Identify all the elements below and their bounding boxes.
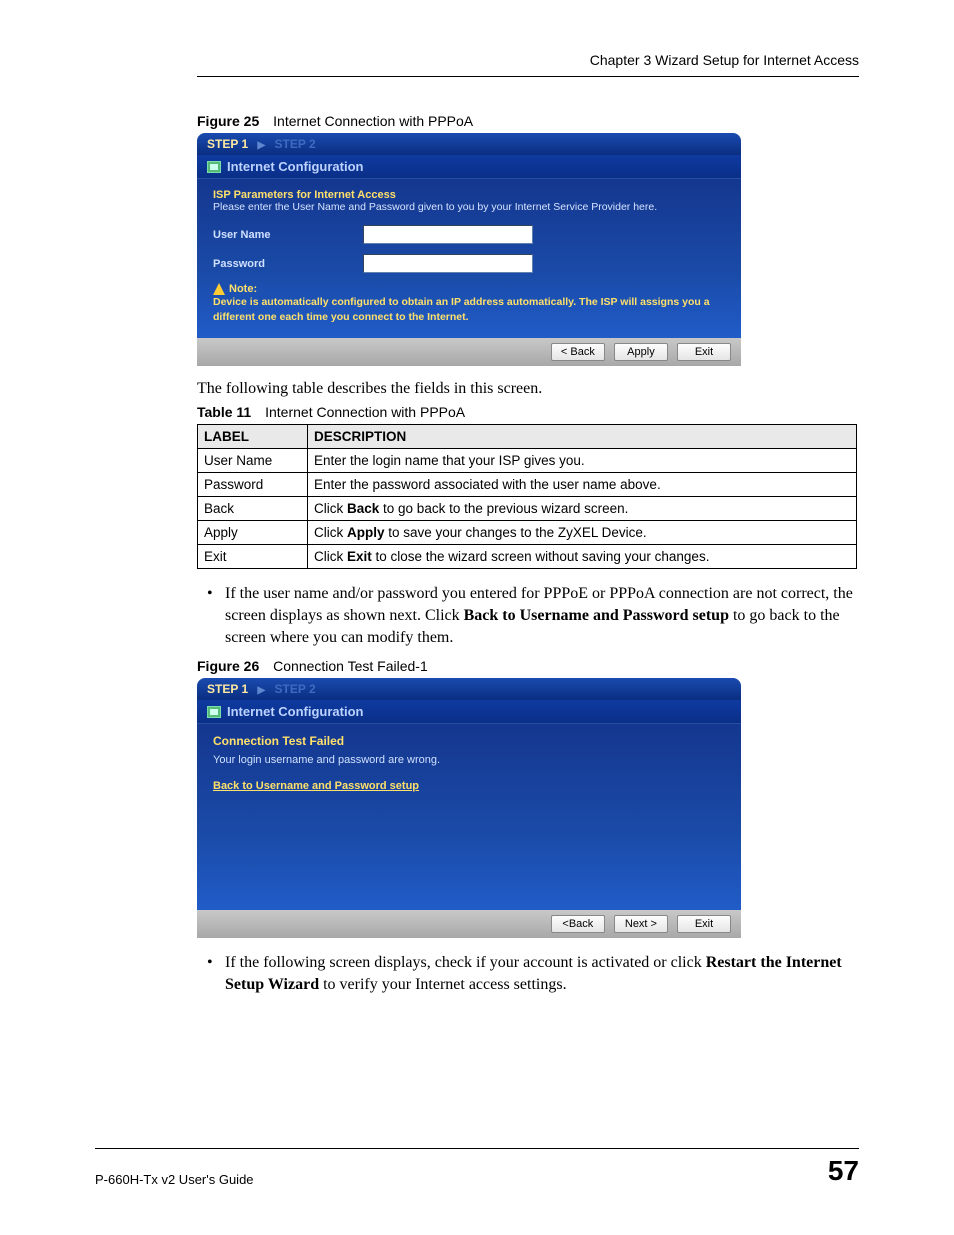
wizard-step-bar: STEP 1 ▶ STEP 2 [197, 678, 741, 700]
step-1: STEP 1 [207, 682, 248, 696]
chapter-header: Chapter 3 Wizard Setup for Internet Acce… [197, 52, 859, 77]
figure-25-title: Internet Connection with PPPoA [273, 113, 473, 129]
username-label: User Name [213, 229, 363, 241]
note-heading: Note: [213, 283, 725, 295]
bullet-1: • If the user name and/or password you e… [207, 583, 859, 648]
step-2: STEP 2 [275, 137, 316, 151]
cell-label: Back [198, 497, 308, 521]
isp-params-instruction: Please enter the User Name and Password … [213, 201, 725, 213]
th-description: DESCRIPTION [308, 425, 857, 449]
wizard-body: ISP Parameters for Internet Access Pleas… [197, 179, 741, 338]
username-input[interactable] [363, 225, 533, 244]
figure-26-num: Figure 26 [197, 658, 259, 674]
cell-label: Apply [198, 521, 308, 545]
wizard-footer: < Back Apply Exit [197, 338, 741, 366]
exit-button[interactable]: Exit [677, 915, 731, 933]
cell-desc: Enter the login name that your ISP gives… [308, 449, 857, 473]
wizard-fig26: STEP 1 ▶ STEP 2 Internet Configuration C… [197, 678, 741, 938]
wizard-title-bar: Internet Configuration [197, 700, 741, 724]
apply-button[interactable]: Apply [614, 343, 668, 361]
table-11-num: Table 11 [197, 404, 251, 420]
page-footer: P-660H-Tx v2 User's Guide 57 [95, 1148, 859, 1187]
table-row: Password Enter the password associated w… [198, 473, 857, 497]
page-number: 57 [828, 1155, 859, 1187]
cell-label: User Name [198, 449, 308, 473]
wizard-title-bar: Internet Configuration [197, 155, 741, 179]
cell-label: Exit [198, 545, 308, 569]
next-button[interactable]: Next > [614, 915, 668, 933]
table-row: Back Click Back to go back to the previo… [198, 497, 857, 521]
table-11-title: Internet Connection with PPPoA [265, 404, 465, 420]
note-label: Note: [229, 283, 257, 295]
back-button[interactable]: <Back [551, 915, 605, 933]
bullet-2: • If the following screen displays, chec… [207, 952, 859, 995]
table-row: Apply Click Apply to save your changes t… [198, 521, 857, 545]
table-row: User Name Enter the login name that your… [198, 449, 857, 473]
note-text: Device is automatically configured to ob… [213, 295, 725, 324]
config-icon [207, 161, 221, 173]
table-11-caption: Table 11 Internet Connection with PPPoA [197, 404, 859, 420]
wizard-body: Connection Test Failed Your login userna… [197, 724, 741, 910]
figure-25-num: Figure 25 [197, 113, 259, 129]
step-1: STEP 1 [207, 137, 248, 151]
cell-desc: Enter the password associated with the u… [308, 473, 857, 497]
password-label: Password [213, 258, 363, 270]
step-separator-icon: ▶ [257, 685, 265, 696]
figure-26-caption: Figure 26 Connection Test Failed-1 [197, 658, 859, 674]
table-11: LABEL DESCRIPTION User Name Enter the lo… [197, 424, 857, 569]
wizard-fig25: STEP 1 ▶ STEP 2 Internet Configuration I… [197, 133, 741, 366]
connection-failed-message: Your login username and password are wro… [213, 754, 725, 766]
config-icon [207, 706, 221, 718]
table-intro-text: The following table describes the fields… [197, 380, 859, 398]
cell-desc: Click Apply to save your changes to the … [308, 521, 857, 545]
cell-label: Password [198, 473, 308, 497]
isp-params-heading: ISP Parameters for Internet Access [213, 189, 725, 201]
password-input[interactable] [363, 254, 533, 273]
back-button[interactable]: < Back [551, 343, 605, 361]
step-2: STEP 2 [275, 682, 316, 696]
table-row: Exit Click Exit to close the wizard scre… [198, 545, 857, 569]
step-separator-icon: ▶ [257, 140, 265, 151]
wizard-footer: <Back Next > Exit [197, 910, 741, 938]
wizard-title-text: Internet Configuration [227, 159, 364, 174]
exit-button[interactable]: Exit [677, 343, 731, 361]
figure-25-caption: Figure 25 Internet Connection with PPPoA [197, 113, 859, 129]
wizard-title-text: Internet Configuration [227, 704, 364, 719]
connection-failed-heading: Connection Test Failed [213, 734, 725, 748]
back-to-username-link[interactable]: Back to Username and Password setup [213, 780, 725, 792]
figure-26-title: Connection Test Failed-1 [273, 658, 428, 674]
th-label: LABEL [198, 425, 308, 449]
cell-desc: Click Back to go back to the previous wi… [308, 497, 857, 521]
guide-name: P-660H-Tx v2 User's Guide [95, 1172, 254, 1187]
wizard-step-bar: STEP 1 ▶ STEP 2 [197, 133, 741, 155]
cell-desc: Click Exit to close the wizard screen wi… [308, 545, 857, 569]
warning-icon [213, 283, 225, 295]
